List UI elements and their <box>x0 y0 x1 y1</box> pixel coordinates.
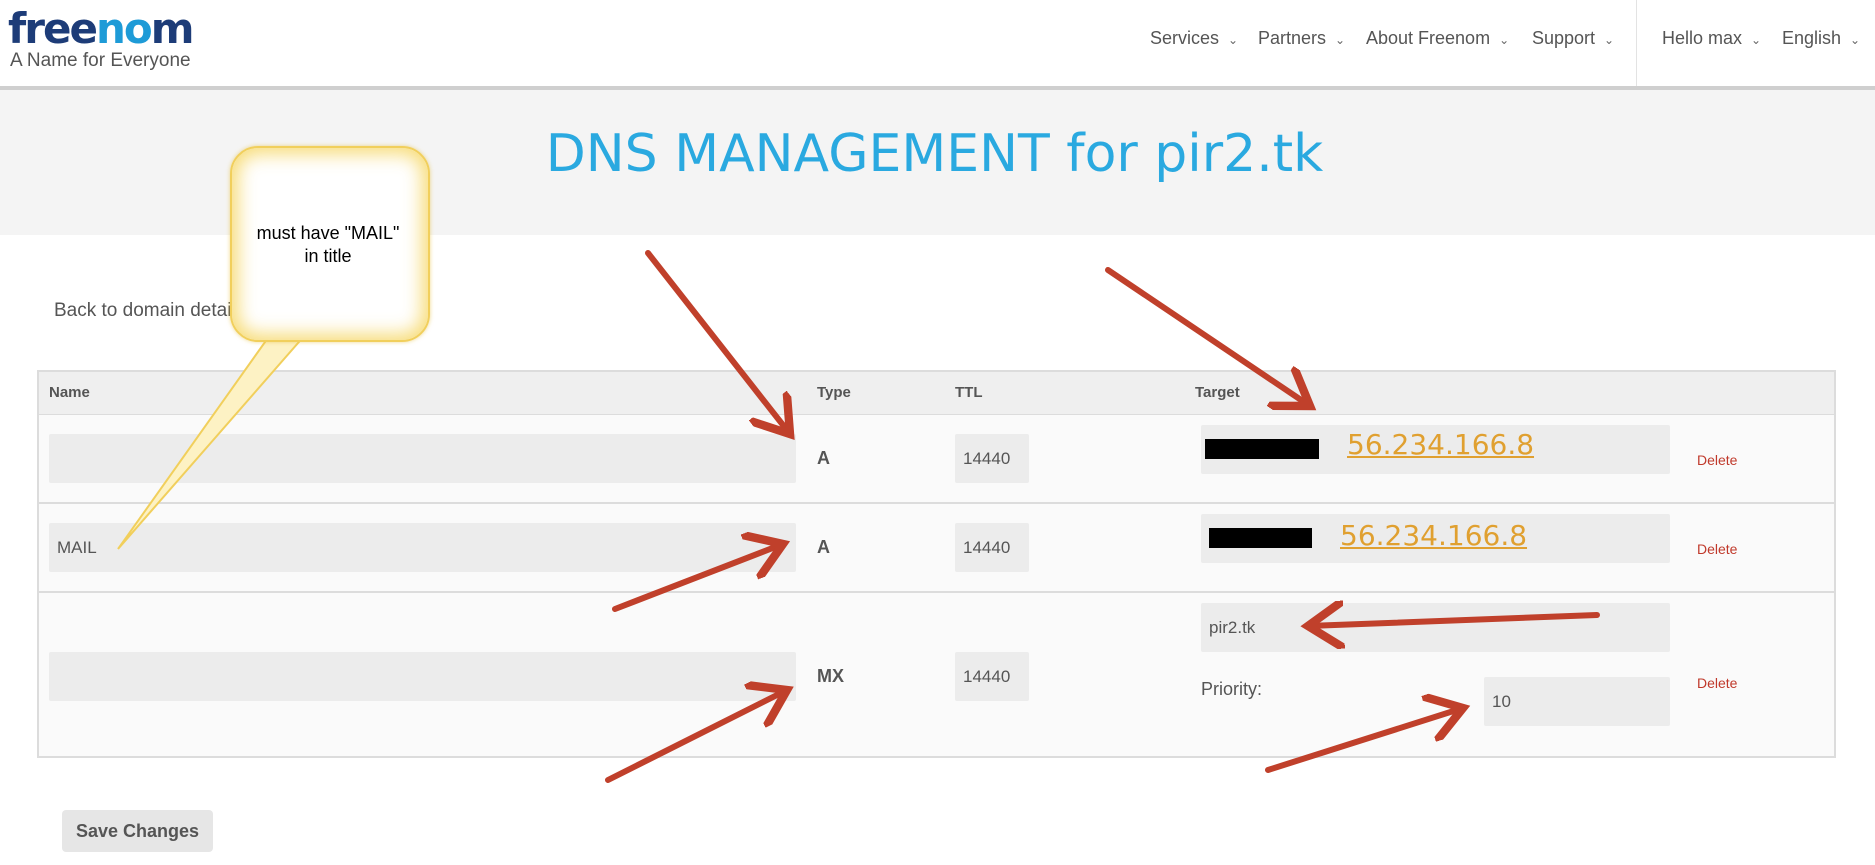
annotation-callout-text: must have "MAIL" in title <box>240 222 416 268</box>
callout-line-2: in title <box>304 246 352 266</box>
callout-line-1: must have "MAIL" <box>256 223 400 243</box>
callout-pointer <box>117 334 308 550</box>
